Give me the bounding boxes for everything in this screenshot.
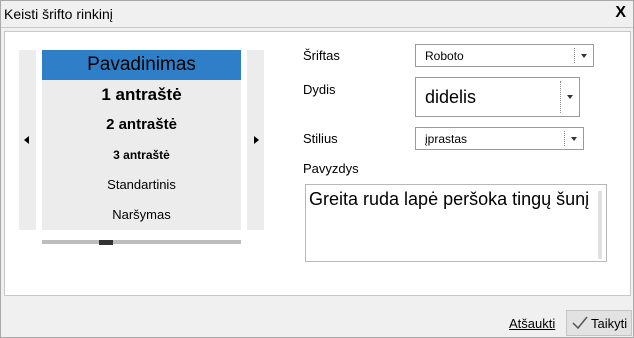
title-bar: Keisti šrifto rinkinį X — [1, 1, 633, 28]
arrow-left-icon — [24, 136, 29, 144]
preview-box: Greita ruda lapė peršoka tingų šunį — [305, 184, 607, 262]
size-select[interactable]: didelis — [415, 77, 580, 117]
apply-button[interactable]: Taikyti — [566, 310, 632, 336]
chevron-down-icon — [581, 54, 587, 58]
style-item-normal[interactable]: Standartinis — [42, 170, 241, 200]
style-label: Stilius — [303, 131, 338, 146]
style-item-navigation[interactable]: Naršymas — [42, 200, 241, 230]
style-list-scrollbar[interactable] — [42, 240, 241, 245]
preview-label: Pavyzdys — [303, 161, 359, 176]
size-label: Dydis — [303, 82, 336, 97]
dialog-title: Keisti šrifto rinkinį — [4, 6, 113, 22]
style-select[interactable]: įprastas — [415, 127, 584, 150]
font-select[interactable]: Roboto — [415, 44, 594, 67]
scrollbar-thumb[interactable] — [99, 240, 113, 245]
arrow-right-icon — [254, 136, 259, 144]
check-icon — [572, 316, 588, 329]
style-list: Pavadinimas 1 antraštė 2 antraštė 3 antr… — [42, 50, 241, 230]
style-item-title[interactable]: Pavadinimas — [42, 50, 241, 80]
font-set-dialog: Keisti šrifto rinkinį X Pavadinimas 1 an… — [0, 0, 634, 338]
next-arrow-button[interactable] — [247, 50, 264, 230]
style-item-heading-1[interactable]: 1 antraštė — [42, 80, 241, 110]
prev-arrow-button[interactable] — [19, 50, 36, 230]
size-select-value: didelis — [425, 87, 477, 107]
preview-scrollbar[interactable] — [598, 191, 602, 259]
chevron-down-icon — [567, 95, 573, 99]
close-button[interactable]: X — [615, 4, 626, 22]
font-label: Šriftas — [303, 48, 340, 63]
cancel-button[interactable]: Atšaukti — [509, 316, 555, 331]
style-item-heading-2[interactable]: 2 antraštė — [42, 110, 241, 140]
chevron-down-icon — [571, 137, 577, 141]
font-select-value: Roboto — [425, 49, 464, 63]
apply-button-label: Taikyti — [591, 316, 628, 331]
preview-text: Greita ruda lapė peršoka tingų šunį — [309, 189, 590, 209]
style-select-value: įprastas — [425, 132, 468, 146]
style-item-heading-3[interactable]: 3 antraštė — [42, 140, 241, 170]
dialog-content: Pavadinimas 1 antraštė 2 antraštė 3 antr… — [4, 31, 631, 296]
